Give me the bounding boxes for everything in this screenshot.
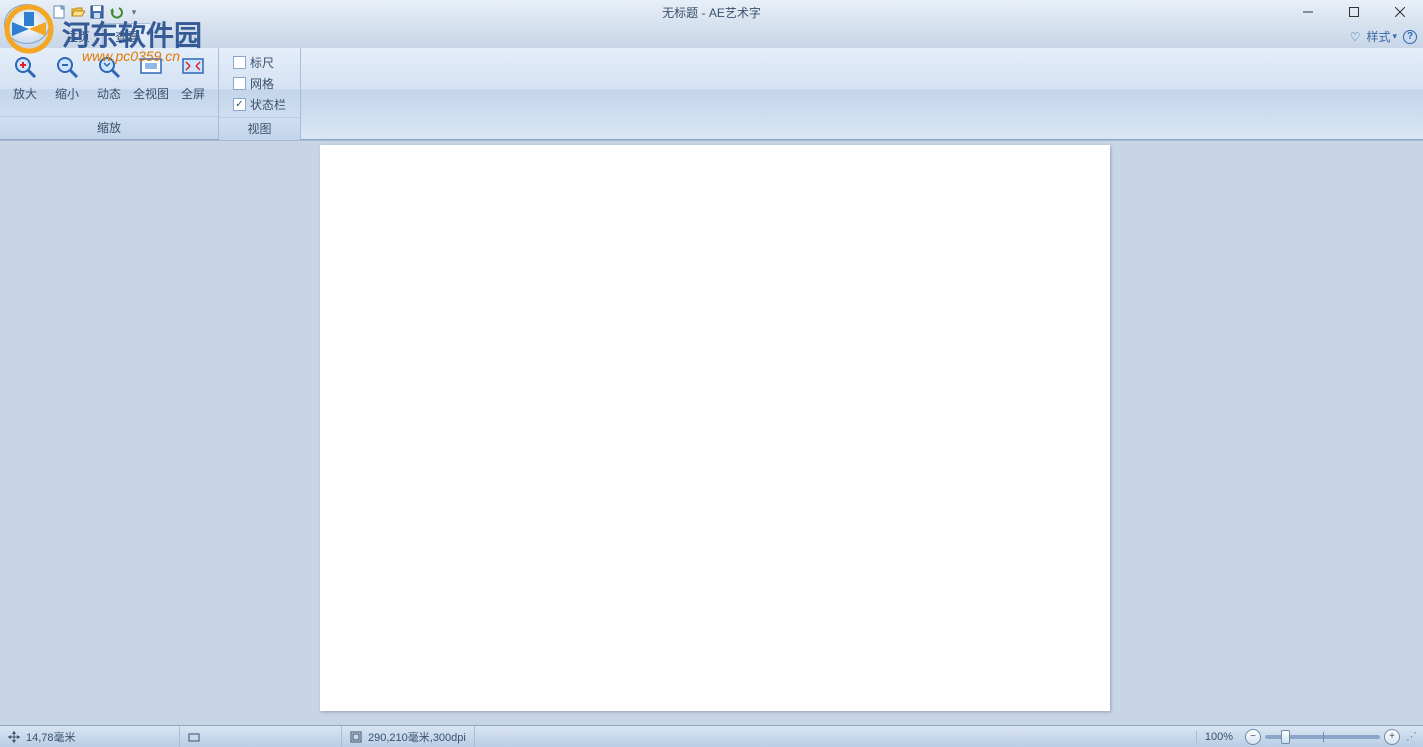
fit-view-icon	[138, 54, 164, 80]
fit-view-label: 全视图	[133, 85, 169, 102]
fullscreen-label: 全屏	[181, 85, 205, 102]
fullscreen-button[interactable]: 全屏	[172, 50, 214, 116]
style-label: 样式	[1366, 28, 1390, 45]
resize-grip-icon[interactable]: ⋰	[1404, 730, 1419, 743]
page-size-value: 290,210毫米,300dpi	[368, 729, 466, 745]
status-cursor-section: 14,78毫米	[0, 726, 180, 747]
zoom-out-icon	[54, 54, 80, 80]
statusbar-label: 状态栏	[250, 96, 286, 113]
tab-home[interactable]: 主页	[54, 24, 102, 48]
dynamic-zoom-icon	[96, 54, 122, 80]
ribbon-group-view: 标尺 网格 ✓ 状态栏 视图	[219, 48, 301, 139]
dynamic-zoom-button[interactable]: 动态	[88, 50, 130, 116]
app-menu-button[interactable]	[4, 4, 50, 44]
status-bar: 14,78毫米 290,210毫米,300dpi 100% − + ⋰	[0, 725, 1423, 747]
ribbon-minimize-icon[interactable]: ♡	[1350, 30, 1361, 44]
help-icon[interactable]: ?	[1403, 30, 1417, 44]
dynamic-zoom-label: 动态	[97, 85, 121, 102]
qat-customize-icon[interactable]: ▾	[129, 3, 139, 21]
fullscreen-icon	[180, 54, 206, 80]
object-size-icon	[188, 731, 200, 743]
qat-undo-icon[interactable]	[107, 3, 125, 21]
ribbon-tabs: 主页 查看 ♡ 样式 ▾ ?	[0, 24, 1423, 48]
statusbar-checkbox[interactable]: ✓ 状态栏	[229, 94, 290, 115]
view-group-label: 视图	[219, 117, 300, 140]
grid-label: 网格	[250, 75, 274, 92]
status-zoom-controls: 100% − + ⋰	[1196, 729, 1419, 745]
qat-save-icon[interactable]	[88, 3, 106, 21]
page-size-icon	[350, 731, 362, 743]
zoom-slider[interactable]	[1265, 735, 1380, 739]
tab-view[interactable]: 查看	[102, 23, 152, 48]
zoom-out-label: 缩小	[55, 85, 79, 102]
zoom-plus-button[interactable]: +	[1384, 729, 1400, 745]
zoom-percent-value[interactable]: 100%	[1196, 731, 1241, 743]
ribbon-group-zoom: 放大 缩小 动态 全视图 全屏 缩放	[0, 48, 219, 139]
grid-checkbox[interactable]: 网格	[229, 73, 290, 94]
workspace[interactable]	[0, 140, 1423, 725]
zoom-minus-button[interactable]: −	[1245, 729, 1261, 745]
ruler-label: 标尺	[250, 54, 274, 71]
qat-new-icon[interactable]	[50, 3, 68, 21]
zoom-slider-thumb[interactable]	[1281, 730, 1290, 744]
checkbox-icon	[233, 56, 246, 69]
window-controls	[1285, 0, 1423, 24]
quick-access-toolbar: ▾	[50, 3, 139, 21]
cursor-position-icon	[8, 731, 20, 743]
status-object-section	[180, 726, 342, 747]
title-bar: ▾ 无标题 - AE艺术字	[0, 0, 1423, 24]
zoom-in-icon	[12, 54, 38, 80]
checkbox-icon	[233, 77, 246, 90]
maximize-button[interactable]	[1331, 0, 1377, 24]
ribbon: 放大 缩小 动态 全视图 全屏 缩放 标尺	[0, 48, 1423, 140]
window-title: 无标题 - AE艺术字	[662, 4, 761, 21]
cursor-position-value: 14,78毫米	[26, 729, 76, 745]
zoom-out-button[interactable]: 缩小	[46, 50, 88, 116]
checkbox-checked-icon: ✓	[233, 98, 246, 111]
zoom-group-label: 缩放	[0, 116, 218, 139]
zoom-in-label: 放大	[13, 85, 37, 102]
zoom-in-button[interactable]: 放大	[4, 50, 46, 116]
ruler-checkbox[interactable]: 标尺	[229, 52, 290, 73]
status-page-section: 290,210毫米,300dpi	[342, 726, 475, 747]
minimize-button[interactable]	[1285, 0, 1331, 24]
canvas[interactable]	[320, 145, 1110, 711]
close-button[interactable]	[1377, 0, 1423, 24]
fit-view-button[interactable]: 全视图	[130, 50, 172, 116]
qat-open-icon[interactable]	[69, 3, 87, 21]
style-dropdown[interactable]: 样式 ▾	[1366, 28, 1397, 45]
